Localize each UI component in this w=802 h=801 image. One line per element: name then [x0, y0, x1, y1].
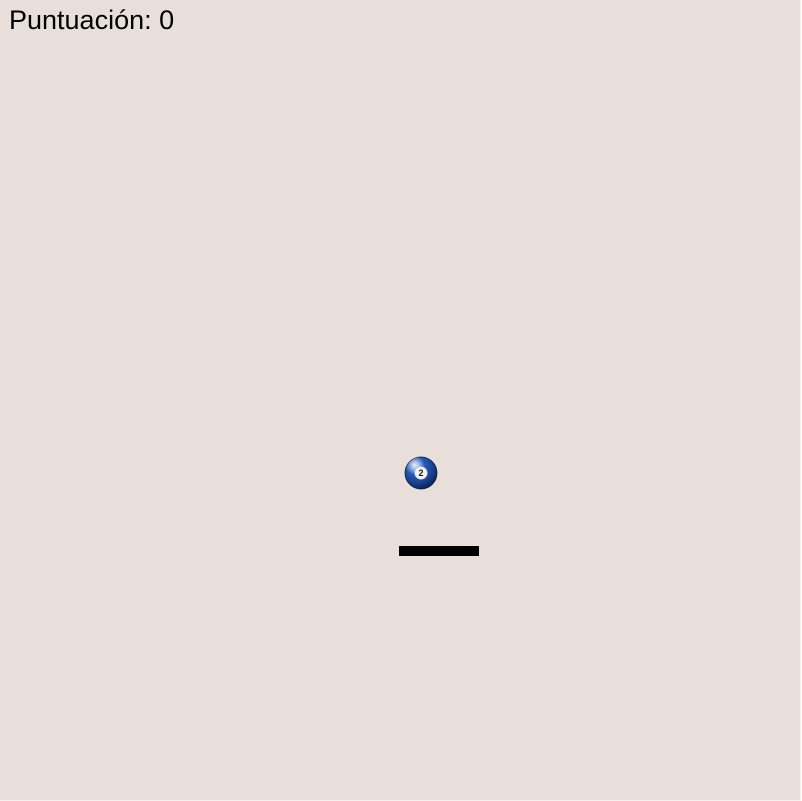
- ball-number: 2: [418, 468, 423, 478]
- billiard-ball-icon: 2: [404, 456, 438, 490]
- paddle[interactable]: [399, 546, 479, 556]
- score-label: Puntuación: 0: [9, 5, 175, 35]
- game-canvas[interactable]: Puntuación: 0 2: [0, 0, 801, 801]
